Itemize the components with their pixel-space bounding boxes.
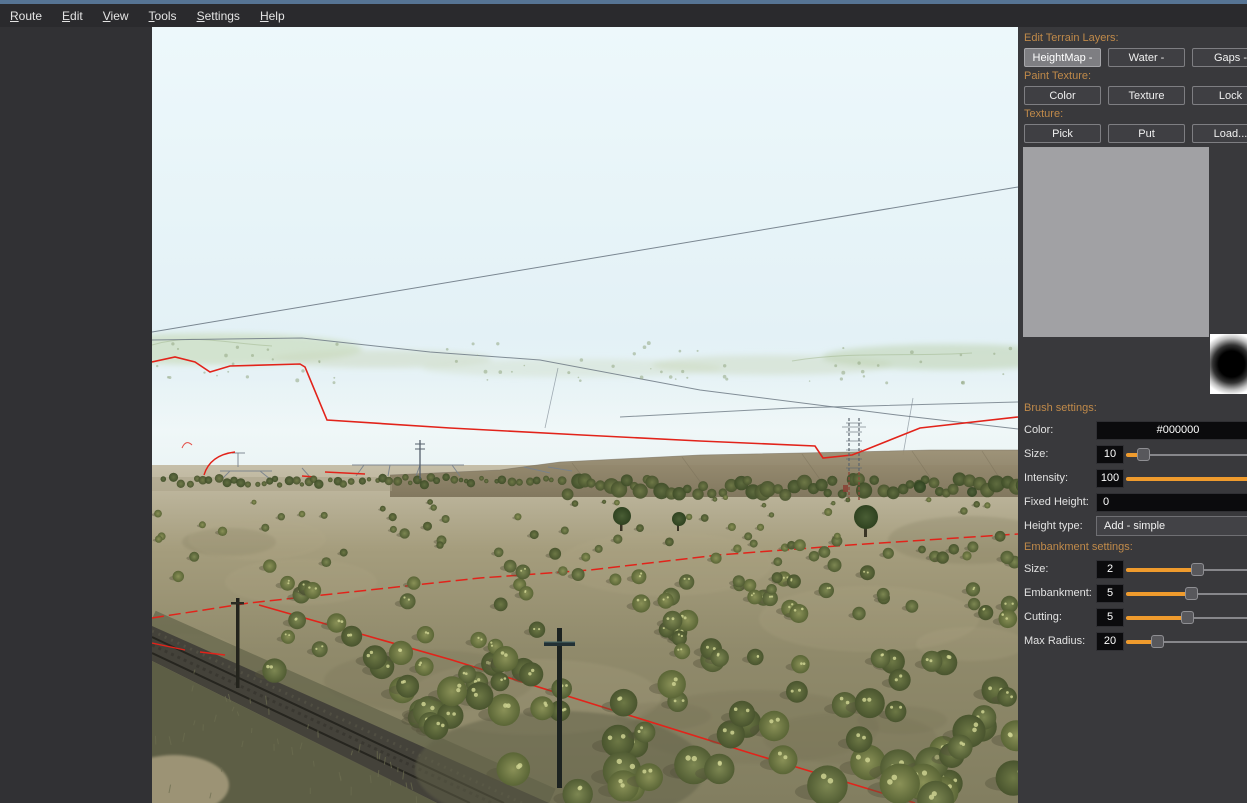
embankment-field[interactable]: 5 <box>1096 584 1124 603</box>
brush-shape-preview[interactable] <box>1210 334 1247 394</box>
color-mode-button[interactable]: Color <box>1024 86 1101 105</box>
paint-texture-label: Paint Texture: <box>1024 70 1247 83</box>
cutting-row: Cutting: 5 <box>1024 605 1247 629</box>
max-radius-field[interactable]: 20 <box>1096 632 1124 651</box>
slider-thumb[interactable] <box>1185 587 1198 600</box>
embankment-slider[interactable] <box>1126 586 1247 601</box>
route-editor-window: Route Edit View Tools Settings Help <box>0 0 1247 803</box>
slider-fill <box>1126 568 1198 572</box>
brush-size-field[interactable]: 10 <box>1096 445 1124 464</box>
menu-bar: Route Edit View Tools Settings Help <box>0 4 1247 27</box>
texture-label: Texture: <box>1024 108 1247 121</box>
brush-color-field[interactable]: #000000 <box>1096 421 1247 440</box>
texture-mode-button[interactable]: Texture <box>1108 86 1185 105</box>
brush-softness-icon <box>1210 334 1247 394</box>
menu-view[interactable]: View <box>95 6 137 26</box>
embankment-label: Embankment: <box>1024 587 1096 599</box>
cutting-slider[interactable] <box>1126 610 1247 625</box>
terrain-tools-panel: Edit Terrain Layers: HeightMap - Water -… <box>1018 27 1247 803</box>
height-type-label: Height type: <box>1024 520 1096 532</box>
menu-tools[interactable]: Tools <box>141 6 185 26</box>
water-button[interactable]: Water - <box>1108 48 1185 67</box>
cutting-field[interactable]: 5 <box>1096 608 1124 627</box>
slider-fill <box>1126 592 1192 596</box>
embankment-settings-label: Embankment settings: <box>1024 541 1247 554</box>
embankment-size-field[interactable]: 2 <box>1096 560 1124 579</box>
heightmap-button[interactable]: HeightMap - <box>1024 48 1101 67</box>
slider-fill <box>1126 477 1247 481</box>
brush-intensity-row: Intensity: 100 <box>1024 466 1247 490</box>
texture-preview[interactable] <box>1023 147 1209 337</box>
brush-intensity-field[interactable]: 100 <box>1096 469 1124 488</box>
brush-color-label: Color: <box>1024 424 1096 436</box>
max-radius-row: Max Radius: 20 <box>1024 629 1247 653</box>
menu-edit[interactable]: Edit <box>54 6 91 26</box>
slider-thumb[interactable] <box>1137 448 1150 461</box>
embankment-size-slider[interactable] <box>1126 562 1247 577</box>
brush-size-row: Size: 10 <box>1024 442 1247 466</box>
menu-help[interactable]: Help <box>252 6 293 26</box>
fixed-height-row: Fixed Height: 0 <box>1024 490 1247 514</box>
brush-size-label: Size: <box>1024 448 1096 460</box>
slider-fill <box>1126 616 1188 620</box>
gaps-button[interactable]: Gaps - <box>1192 48 1247 67</box>
fixed-height-field[interactable]: 0 <box>1096 493 1247 512</box>
texture-buttons: Pick Put Load... <box>1024 124 1247 143</box>
fixed-height-label: Fixed Height: <box>1024 496 1096 508</box>
slider-thumb[interactable] <box>1191 563 1204 576</box>
viewport-3d[interactable] <box>152 27 1018 803</box>
slider-thumb[interactable] <box>1181 611 1194 624</box>
lock-button[interactable]: Lock <box>1192 86 1247 105</box>
height-type-dropdown[interactable]: Add - simple <box>1096 516 1247 536</box>
brush-intensity-label: Intensity: <box>1024 472 1096 484</box>
brush-size-slider[interactable] <box>1126 447 1247 462</box>
max-radius-label: Max Radius: <box>1024 635 1096 647</box>
pick-button[interactable]: Pick <box>1024 124 1101 143</box>
terrain-scene <box>152 27 1018 803</box>
brush-color-row: Color: #000000 <box>1024 418 1247 442</box>
embankment-row: Embankment: 5 <box>1024 581 1247 605</box>
brush-settings-label: Brush settings: <box>1024 402 1247 415</box>
left-gutter <box>0 27 152 803</box>
slider-thumb[interactable] <box>1151 635 1164 648</box>
paint-texture-buttons: Color Texture Lock <box>1024 86 1247 105</box>
embankment-size-row: Size: 2 <box>1024 557 1247 581</box>
terrain-layer-buttons: HeightMap - Water - Gaps - <box>1024 48 1247 67</box>
brush-intensity-slider[interactable] <box>1126 471 1247 486</box>
max-radius-slider[interactable] <box>1126 634 1247 649</box>
cutting-label: Cutting: <box>1024 611 1096 623</box>
menu-route[interactable]: Route <box>2 6 50 26</box>
load-button[interactable]: Load... <box>1192 124 1247 143</box>
put-button[interactable]: Put <box>1108 124 1185 143</box>
edit-terrain-layers-label: Edit Terrain Layers: <box>1024 32 1247 45</box>
height-type-row: Height type: Add - simple <box>1024 514 1247 538</box>
embankment-size-label: Size: <box>1024 563 1096 575</box>
menu-settings[interactable]: Settings <box>189 6 248 26</box>
